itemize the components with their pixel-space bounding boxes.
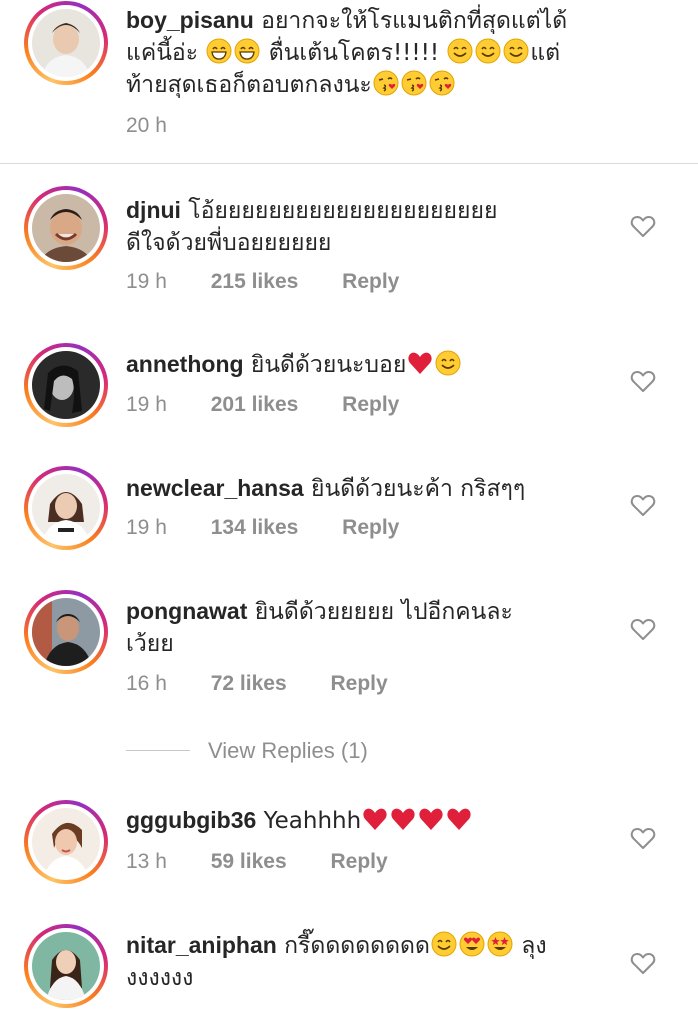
heart-icon[interactable] xyxy=(630,951,656,975)
grinning-face-emoji xyxy=(206,38,233,64)
caption-text: boy_pisanu อยากจะให้โรแมนติกที่สุดแต่ได้… xyxy=(126,4,636,101)
comment-body: ยินดีด้วยนะบอย xyxy=(250,352,407,378)
comment-body-line-2: เว้ยย xyxy=(126,631,174,657)
smiling-face-emoji xyxy=(475,38,502,64)
likes-count[interactable]: 72 likes xyxy=(211,670,287,698)
heart-icon[interactable] xyxy=(630,826,656,850)
grinning-face-emoji xyxy=(234,38,261,64)
comment-text: gggubgib36 Yeahhhh xyxy=(126,804,606,837)
red-heart-emoji xyxy=(408,352,432,374)
avatar[interactable] xyxy=(24,1,108,85)
red-heart-emoji xyxy=(363,808,387,830)
comment-body-line-3: งงงงงง xyxy=(126,965,194,991)
likes-count[interactable]: 201 likes xyxy=(211,391,299,419)
star-struck-emoji xyxy=(487,931,513,957)
smiling-face-emoji xyxy=(431,931,457,957)
reply-button[interactable]: Reply xyxy=(342,514,399,542)
avatar[interactable] xyxy=(24,186,108,270)
comment-text: pongnawat ยินดีด้วยยยยย ไปอีกคนละ เว้ยย xyxy=(126,595,606,660)
comment-body: โอ้ยยยยยยยยยยยยยยยยยยยยย xyxy=(188,198,498,224)
caption-line-5: ท้ายสุดเธอก็ตอบตกลงนะ xyxy=(126,72,372,98)
comments-screen: boy_pisanu อยากจะให้โรแมนติกที่สุดแต่ได้… xyxy=(0,0,698,1010)
comment-text: djnui โอ้ยยยยยยยยยยยยยยยยยยยยย ดีใจด้วยพ… xyxy=(126,194,606,259)
heart-icon[interactable] xyxy=(630,493,656,517)
smiling-face-emoji xyxy=(447,38,474,64)
red-heart-emoji xyxy=(391,808,415,830)
face-blowing-kiss-emoji xyxy=(428,70,455,96)
view-replies-button[interactable]: View Replies (1) xyxy=(126,735,526,767)
heart-icon[interactable] xyxy=(630,214,656,238)
timestamp: 20 h xyxy=(126,114,167,137)
comment-username[interactable]: nitar_aniphan xyxy=(126,932,277,958)
avatar[interactable] xyxy=(24,800,108,884)
timestamp: 19 h xyxy=(126,393,167,416)
caption-meta: 20 h xyxy=(126,112,167,140)
comment-meta: 19 h 215 likes Reply xyxy=(126,268,399,296)
comment-meta: 16 h 72 likes Reply xyxy=(126,670,388,698)
comment-username[interactable]: pongnawat xyxy=(126,598,247,624)
comment-username[interactable]: djnui xyxy=(126,197,181,223)
face-blowing-kiss-emoji xyxy=(372,70,399,96)
comment-username[interactable]: annethong xyxy=(126,351,244,377)
timestamp: 13 h xyxy=(126,850,167,873)
avatar[interactable] xyxy=(24,924,108,1008)
caption-username[interactable]: boy_pisanu xyxy=(126,7,254,33)
comment-meta: 19 h 201 likes Reply xyxy=(126,391,399,419)
heart-eyes-emoji xyxy=(459,931,485,957)
smiling-face-emoji xyxy=(435,350,462,376)
reply-button[interactable]: Reply xyxy=(342,268,399,296)
reply-button[interactable]: Reply xyxy=(330,848,387,876)
comment-username[interactable]: gggubgib36 xyxy=(126,807,256,833)
likes-count[interactable]: 215 likes xyxy=(211,268,299,296)
post-caption: boy_pisanu อยากจะให้โรแมนติกที่สุดแต่ได้… xyxy=(0,0,698,164)
reply-button[interactable]: Reply xyxy=(342,391,399,419)
comment-body: กรี๊ดดดดดดดด xyxy=(284,933,430,959)
comment-text: annethong ยินดีด้วยนะบอย xyxy=(126,348,606,381)
likes-count[interactable]: 134 likes xyxy=(211,514,299,542)
caption-line-2: แค่นี้อ่ะ xyxy=(126,40,199,66)
comment-body-line-2: ดีใจด้วยพี่บอยยยยยย xyxy=(126,230,332,256)
comment-body: ยินดีด้วยนะค้า กริสๆๆ xyxy=(311,476,526,502)
comment-text: nitar_aniphan กรี๊ดดดดดดดด ลุง งงงงงง xyxy=(126,929,606,994)
view-replies-line xyxy=(126,750,190,751)
timestamp: 16 h xyxy=(126,672,167,695)
avatar[interactable] xyxy=(24,343,108,427)
comment-body: Yeahhhh xyxy=(263,808,362,834)
comment-body: ยินดีด้วยยยยย ไปอีกคนละ xyxy=(254,599,513,625)
comment-meta: 13 h 59 likes Reply xyxy=(126,848,388,876)
caption-line-1: อยากจะให้โรแมนติกที่สุดแต่ได้ xyxy=(261,8,568,34)
timestamp: 19 h xyxy=(126,270,167,293)
red-heart-emoji xyxy=(419,808,443,830)
face-blowing-kiss-emoji xyxy=(400,70,427,96)
comment-body-line-2: ลุง xyxy=(521,933,547,959)
heart-icon[interactable] xyxy=(630,617,656,641)
avatar[interactable] xyxy=(24,590,108,674)
comment-username[interactable]: newclear_hansa xyxy=(126,475,304,501)
caption-divider xyxy=(0,163,698,164)
timestamp: 19 h xyxy=(126,516,167,539)
caption-line-3: ตื่นเต้นโคตร!!!!! xyxy=(268,40,440,66)
avatar[interactable] xyxy=(24,466,108,550)
smiling-face-emoji xyxy=(503,38,530,64)
likes-count[interactable]: 59 likes xyxy=(211,848,287,876)
reply-button[interactable]: Reply xyxy=(330,670,387,698)
comment-meta: 19 h 134 likes Reply xyxy=(126,514,399,542)
caption-line-4: แต่ xyxy=(530,40,561,66)
view-replies-label[interactable]: View Replies (1) xyxy=(208,735,368,767)
red-heart-emoji xyxy=(447,808,471,830)
heart-icon[interactable] xyxy=(630,369,656,393)
comment-text: newclear_hansa ยินดีด้วยนะค้า กริสๆๆ xyxy=(126,472,606,505)
